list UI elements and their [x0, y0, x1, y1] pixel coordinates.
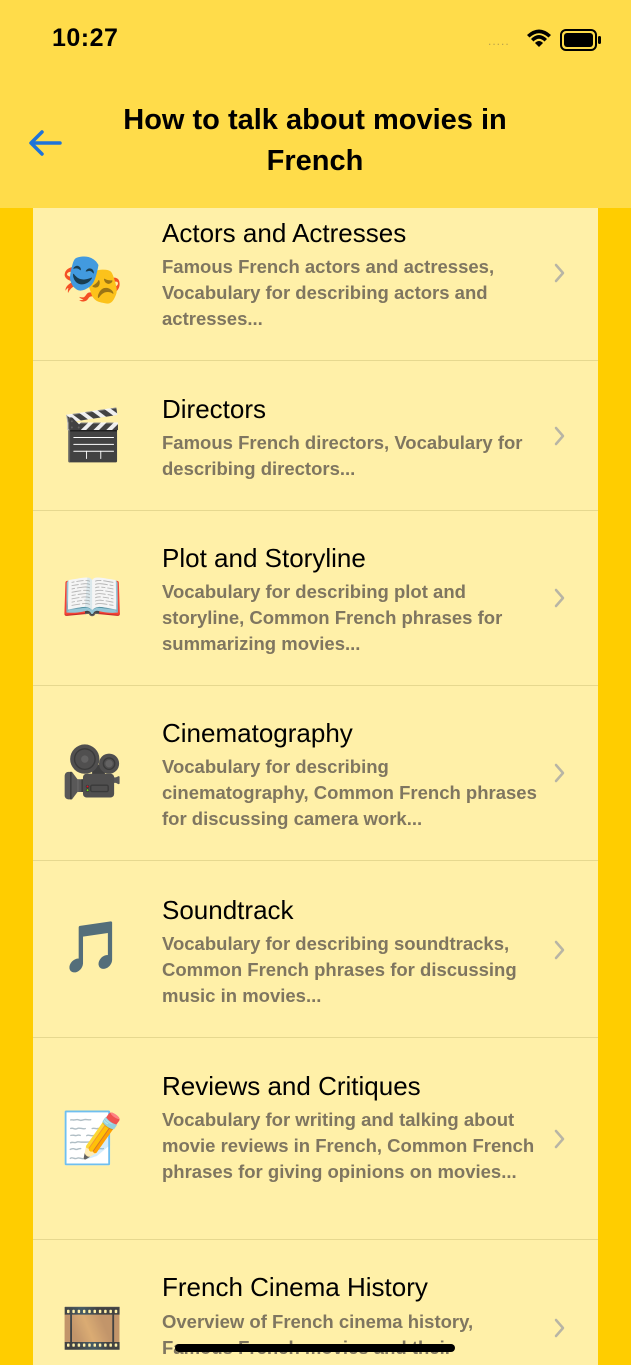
status-time: 10:27: [52, 24, 119, 52]
topic-row-actors[interactable]: 🎭 Actors and Actresses Famous French act…: [33, 208, 598, 361]
topic-title: Cinematography: [162, 718, 353, 748]
navigation-bar: How to talk about movies in French: [0, 80, 631, 208]
battery-icon: [560, 29, 601, 51]
topic-description: Famous French actors and actresses, Voca…: [162, 256, 495, 329]
topic-title: Soundtrack: [162, 895, 294, 925]
clapper-board-icon: 🎬: [61, 407, 124, 463]
topic-title: Reviews and Critiques: [162, 1071, 421, 1101]
screen: 10:27 ..... How to talk about movies in …: [0, 0, 631, 1365]
back-button[interactable]: [24, 124, 66, 162]
chevron-right-icon: [554, 763, 565, 783]
arrow-left-icon: [29, 130, 62, 156]
performing-arts-icon: 🎭: [61, 251, 124, 307]
topic-description: Overview of French cinema history, Famou…: [162, 1311, 474, 1358]
chevron-right-icon: [554, 940, 565, 960]
open-book-icon: 📖: [61, 569, 124, 625]
topic-list[interactable]: 🎭 Actors and Actresses Famous French act…: [33, 208, 598, 1365]
topic-title: Directors: [162, 394, 267, 424]
topic-row-plot[interactable]: 📖 Plot and Storyline Vocabulary for desc…: [33, 511, 598, 686]
topic-row-soundtrack[interactable]: 🎵 Soundtrack Vocabulary for describing s…: [33, 861, 598, 1038]
chevron-right-icon: [554, 426, 565, 446]
chevron-right-icon: [554, 263, 565, 283]
cellular-signal-icon: .....: [488, 34, 510, 48]
topic-row-cinematography[interactable]: 🎥 Cinematography Vocabulary for describi…: [33, 686, 598, 861]
topic-title: Actors and Actresses: [162, 218, 407, 248]
wifi-icon: [527, 29, 551, 47]
topic-row-reviews[interactable]: 📝 Reviews and Critiques Vocabulary for w…: [33, 1038, 598, 1240]
topic-description: Vocabulary for describing cinematography…: [162, 756, 537, 829]
topic-description: Vocabulary for writing and talking about…: [162, 1109, 535, 1182]
topic-description: Famous French directors, Vocabulary for …: [162, 432, 523, 479]
home-indicator[interactable]: [175, 1344, 455, 1352]
musical-note-icon: 🎵: [61, 919, 124, 975]
chevron-right-icon: [554, 588, 565, 608]
topic-title: Plot and Storyline: [162, 543, 366, 573]
chevron-right-icon: [554, 1318, 565, 1338]
page-title: How to talk about movies in French: [123, 104, 507, 177]
topic-row-directors[interactable]: 🎬 Directors Famous French directors, Voc…: [33, 361, 598, 511]
movie-camera-icon: 🎥: [61, 744, 124, 800]
chevron-right-icon: [554, 1129, 565, 1149]
memo-icon: 📝: [61, 1110, 124, 1166]
topic-description: Vocabulary for describing soundtracks, C…: [162, 933, 517, 1006]
topic-title: French Cinema History: [162, 1272, 428, 1302]
status-bar: 10:27 .....: [0, 0, 631, 80]
topic-description: Vocabulary for describing plot and story…: [162, 581, 503, 654]
film-frames-icon: 🎞️: [61, 1300, 124, 1356]
